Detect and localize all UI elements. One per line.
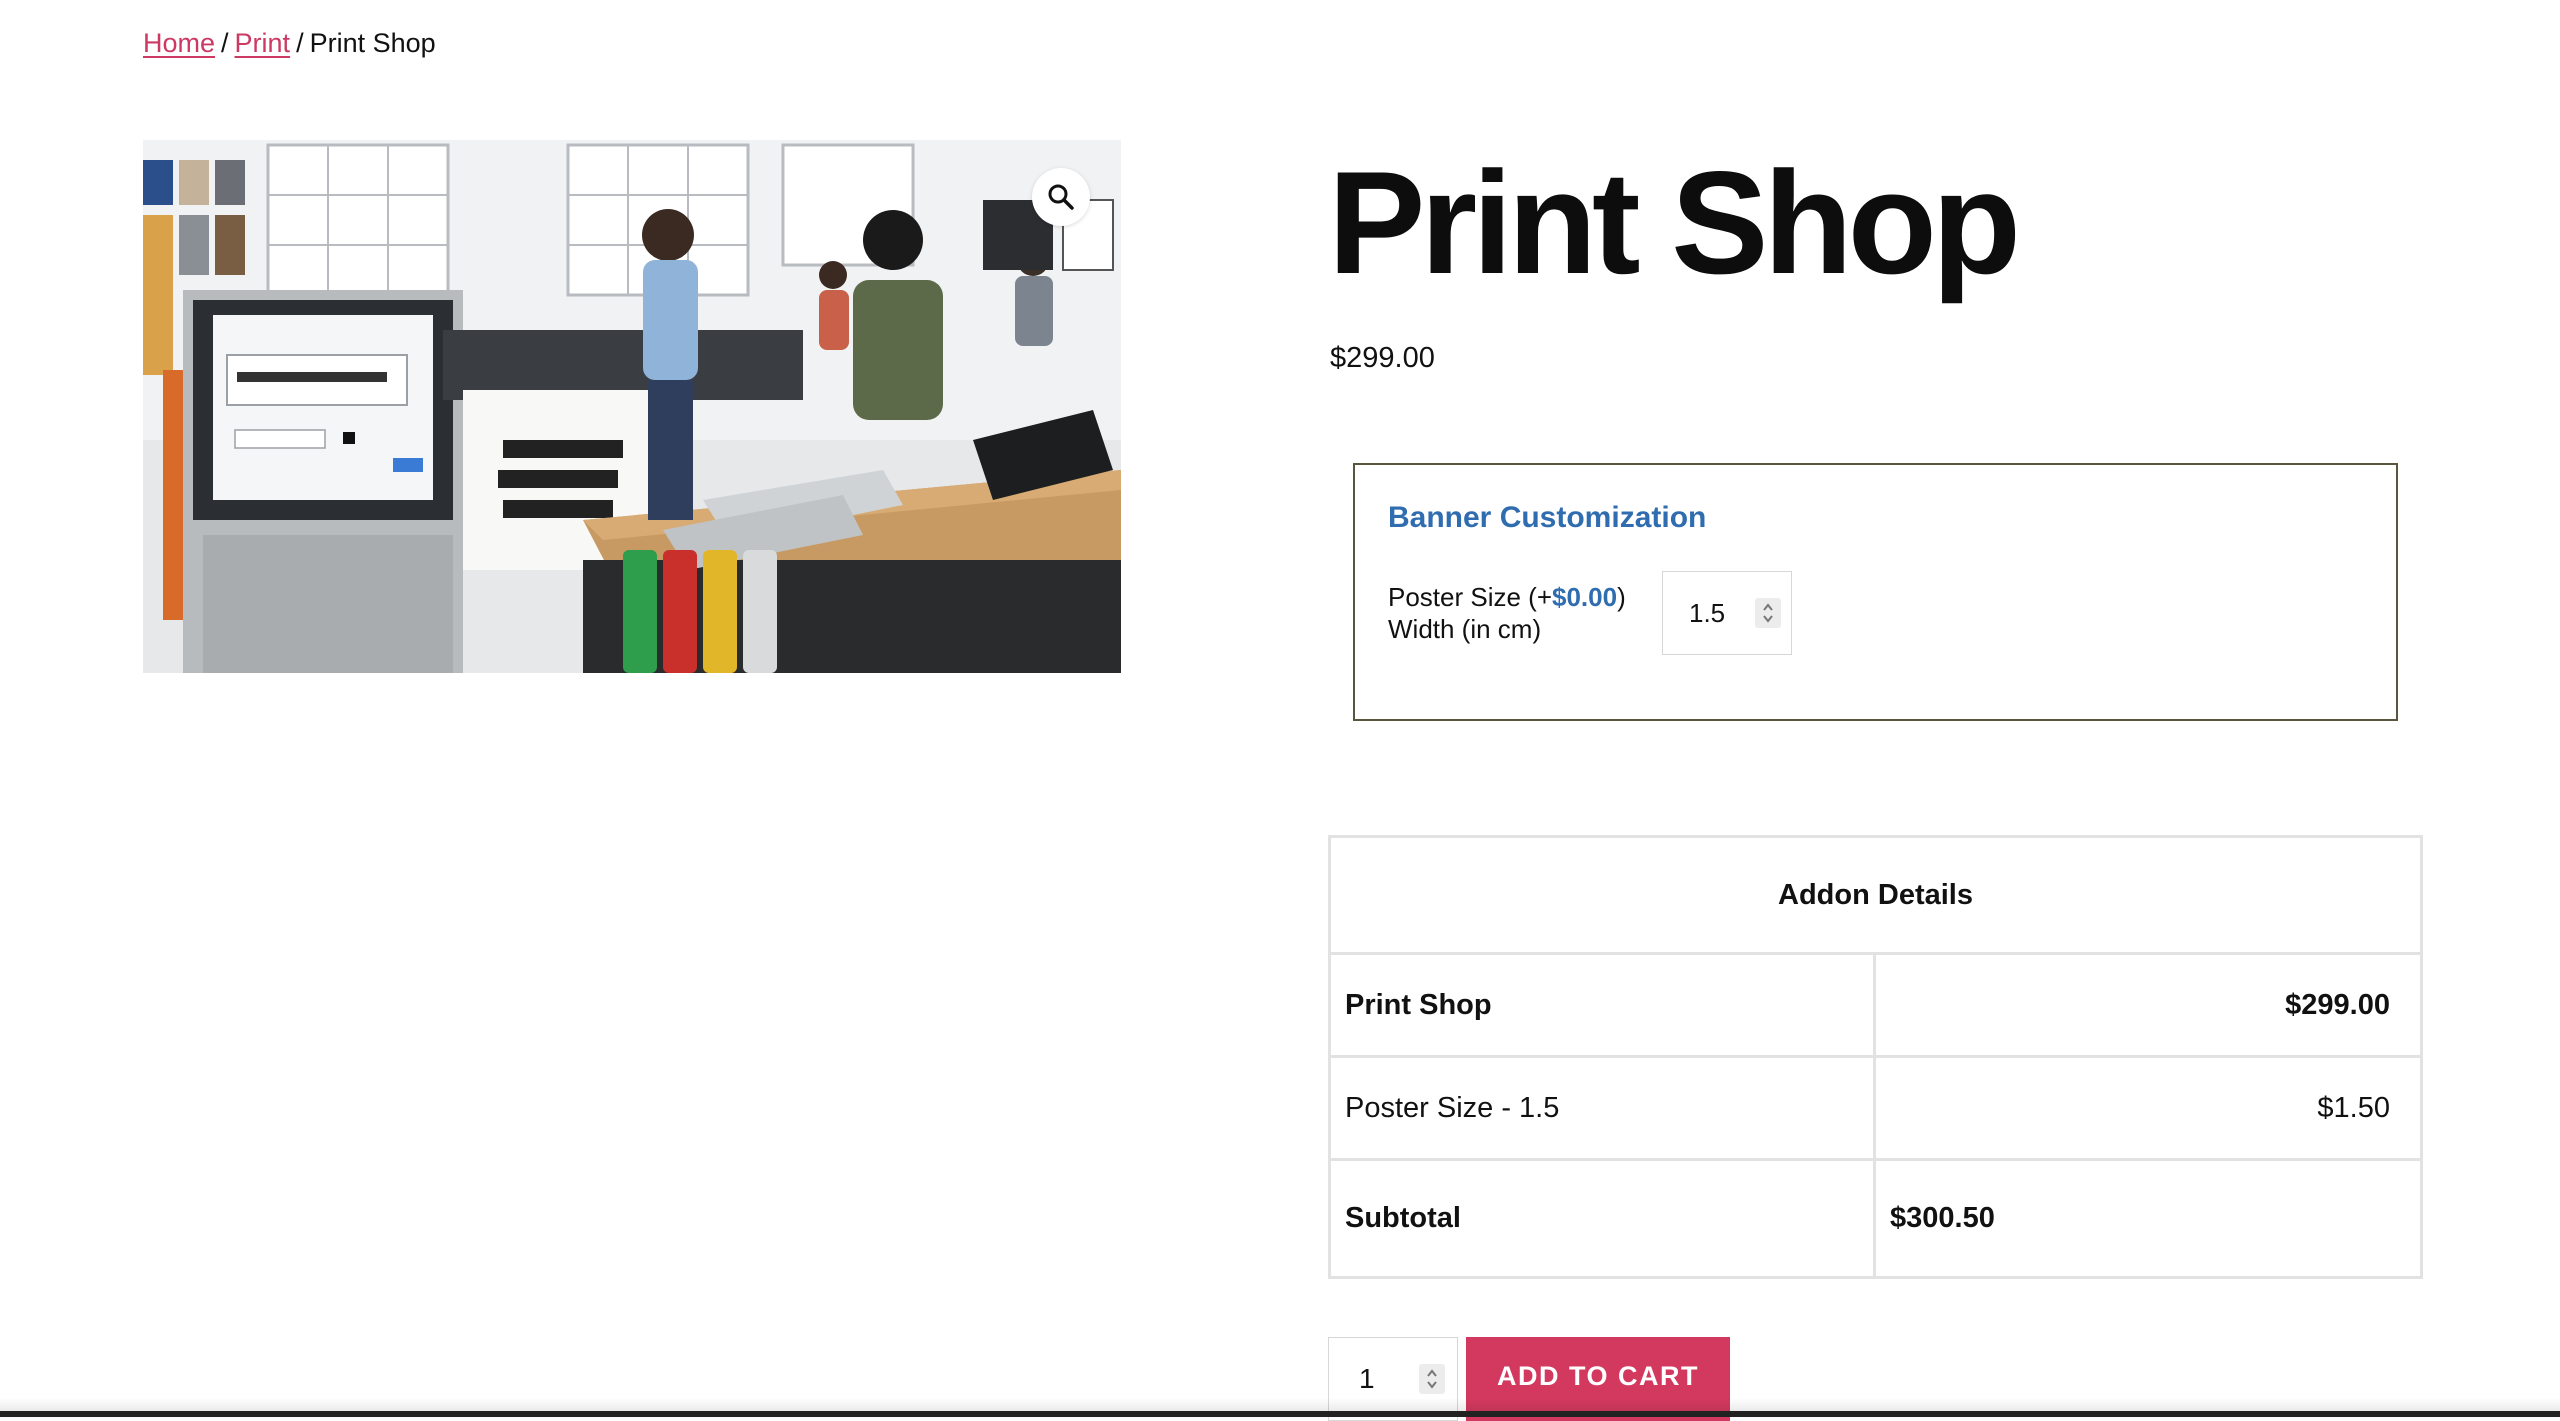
- subtotal-value: $300.50: [1873, 1158, 2423, 1279]
- product-title: Print Shop: [1328, 141, 2021, 304]
- addon-row-value: $299.00: [1873, 952, 2423, 1058]
- stepper-arrows-icon: [1763, 603, 1773, 623]
- poster-width-field[interactable]: [1662, 571, 1792, 655]
- product-image[interactable]: [143, 140, 1121, 673]
- subtotal-label: Subtotal: [1328, 1158, 1876, 1279]
- table-row: Poster Size - 1.5 $1.50: [1328, 1055, 2423, 1161]
- addon-details-header-row: Addon Details: [1328, 835, 2423, 955]
- breadcrumb-current: Print Shop: [309, 28, 436, 58]
- addon-details-heading: Addon Details: [1328, 835, 2423, 955]
- stepper-arrows-icon: [1427, 1369, 1437, 1389]
- quantity-stepper[interactable]: [1419, 1364, 1445, 1394]
- poster-size-label-line2: Width (in cm): [1388, 614, 1542, 644]
- quantity-input[interactable]: [1357, 1362, 1417, 1396]
- poster-size-label-suffix: ): [1617, 582, 1626, 612]
- poster-width-stepper[interactable]: [1755, 598, 1781, 628]
- breadcrumb-link-print[interactable]: Print: [235, 28, 291, 58]
- magnifier-icon: [1048, 184, 1074, 210]
- breadcrumb-separator: /: [221, 28, 229, 58]
- zoom-button[interactable]: [1032, 168, 1090, 226]
- addon-row-label: Print Shop: [1328, 952, 1876, 1058]
- bottom-bar: [0, 1411, 2560, 1417]
- breadcrumb: Home / Print / Print Shop: [143, 26, 436, 60]
- customization-title: Banner Customization: [1388, 501, 1707, 534]
- banner-customization-box: Banner Customization Poster Size (+$0.00…: [1353, 463, 2398, 721]
- table-row: Print Shop $299.00: [1328, 952, 2423, 1058]
- poster-size-price: $0.00: [1552, 582, 1618, 612]
- poster-size-label: Poster Size (+$0.00) Width (in cm): [1388, 581, 1626, 645]
- poster-size-label-prefix: Poster Size (+: [1388, 582, 1553, 612]
- subtotal-row: Subtotal $300.50: [1328, 1158, 2423, 1279]
- addon-row-value: $1.50: [1873, 1055, 2423, 1161]
- product-price: $299.00: [1330, 342, 1435, 374]
- product-photo: [143, 140, 1121, 673]
- addon-details-table: Addon Details Print Shop $299.00 Poster …: [1328, 835, 2423, 1279]
- addon-row-label: Poster Size - 1.5: [1328, 1055, 1876, 1161]
- breadcrumb-link-home[interactable]: Home: [143, 28, 215, 58]
- breadcrumb-separator: /: [296, 28, 304, 58]
